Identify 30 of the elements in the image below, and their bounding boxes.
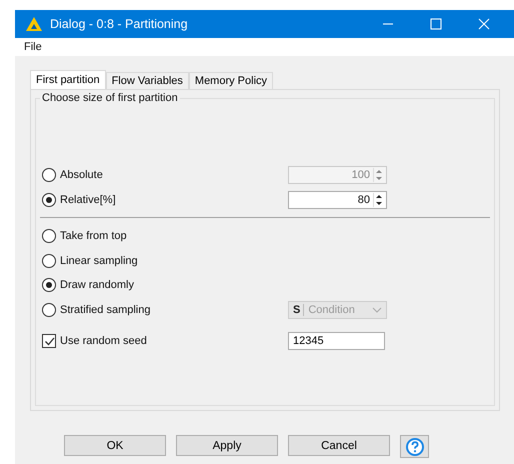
tab[interactable]: Memory Policy [188,72,274,89]
option-label: Relative[%] [60,194,117,206]
type-badge: S [293,304,304,316]
radio-button[interactable] [42,254,56,268]
triangle-icon [25,16,43,32]
window-title: Dialog - 0:8 - Partitioning [50,17,189,31]
seed-field[interactable]: 12345 [288,332,385,350]
help-button[interactable] [400,435,429,458]
dialog-button[interactable]: Cancel [288,435,390,456]
radio-button[interactable] [42,278,56,292]
number-spinner[interactable]: 80 [288,190,387,209]
dialog-button[interactable]: OK [64,435,166,456]
close-icon[interactable] [478,18,490,30]
checkbox[interactable] [42,334,56,348]
maximize-icon[interactable] [430,18,442,30]
option-label: Absolute [60,169,104,182]
option-label: Linear sampling [60,254,139,267]
option-label: Take from top [60,230,128,242]
option-label: Draw randomly [60,279,135,292]
tab[interactable]: Flow Variables [106,72,189,89]
spinner-arrows-icon[interactable] [373,192,384,207]
radio-button[interactable] [42,229,56,244]
radio-button[interactable] [42,302,56,317]
option-label: Stratified sampling [60,304,152,316]
menu-item[interactable]: File [24,41,42,53]
group-title: Choose size of first partition [40,92,180,104]
radio-button[interactable] [42,192,56,207]
checkbox-label: Use random seed [60,335,148,347]
dialog-button[interactable]: Apply [176,435,278,456]
tab[interactable]: First partition [30,70,106,89]
